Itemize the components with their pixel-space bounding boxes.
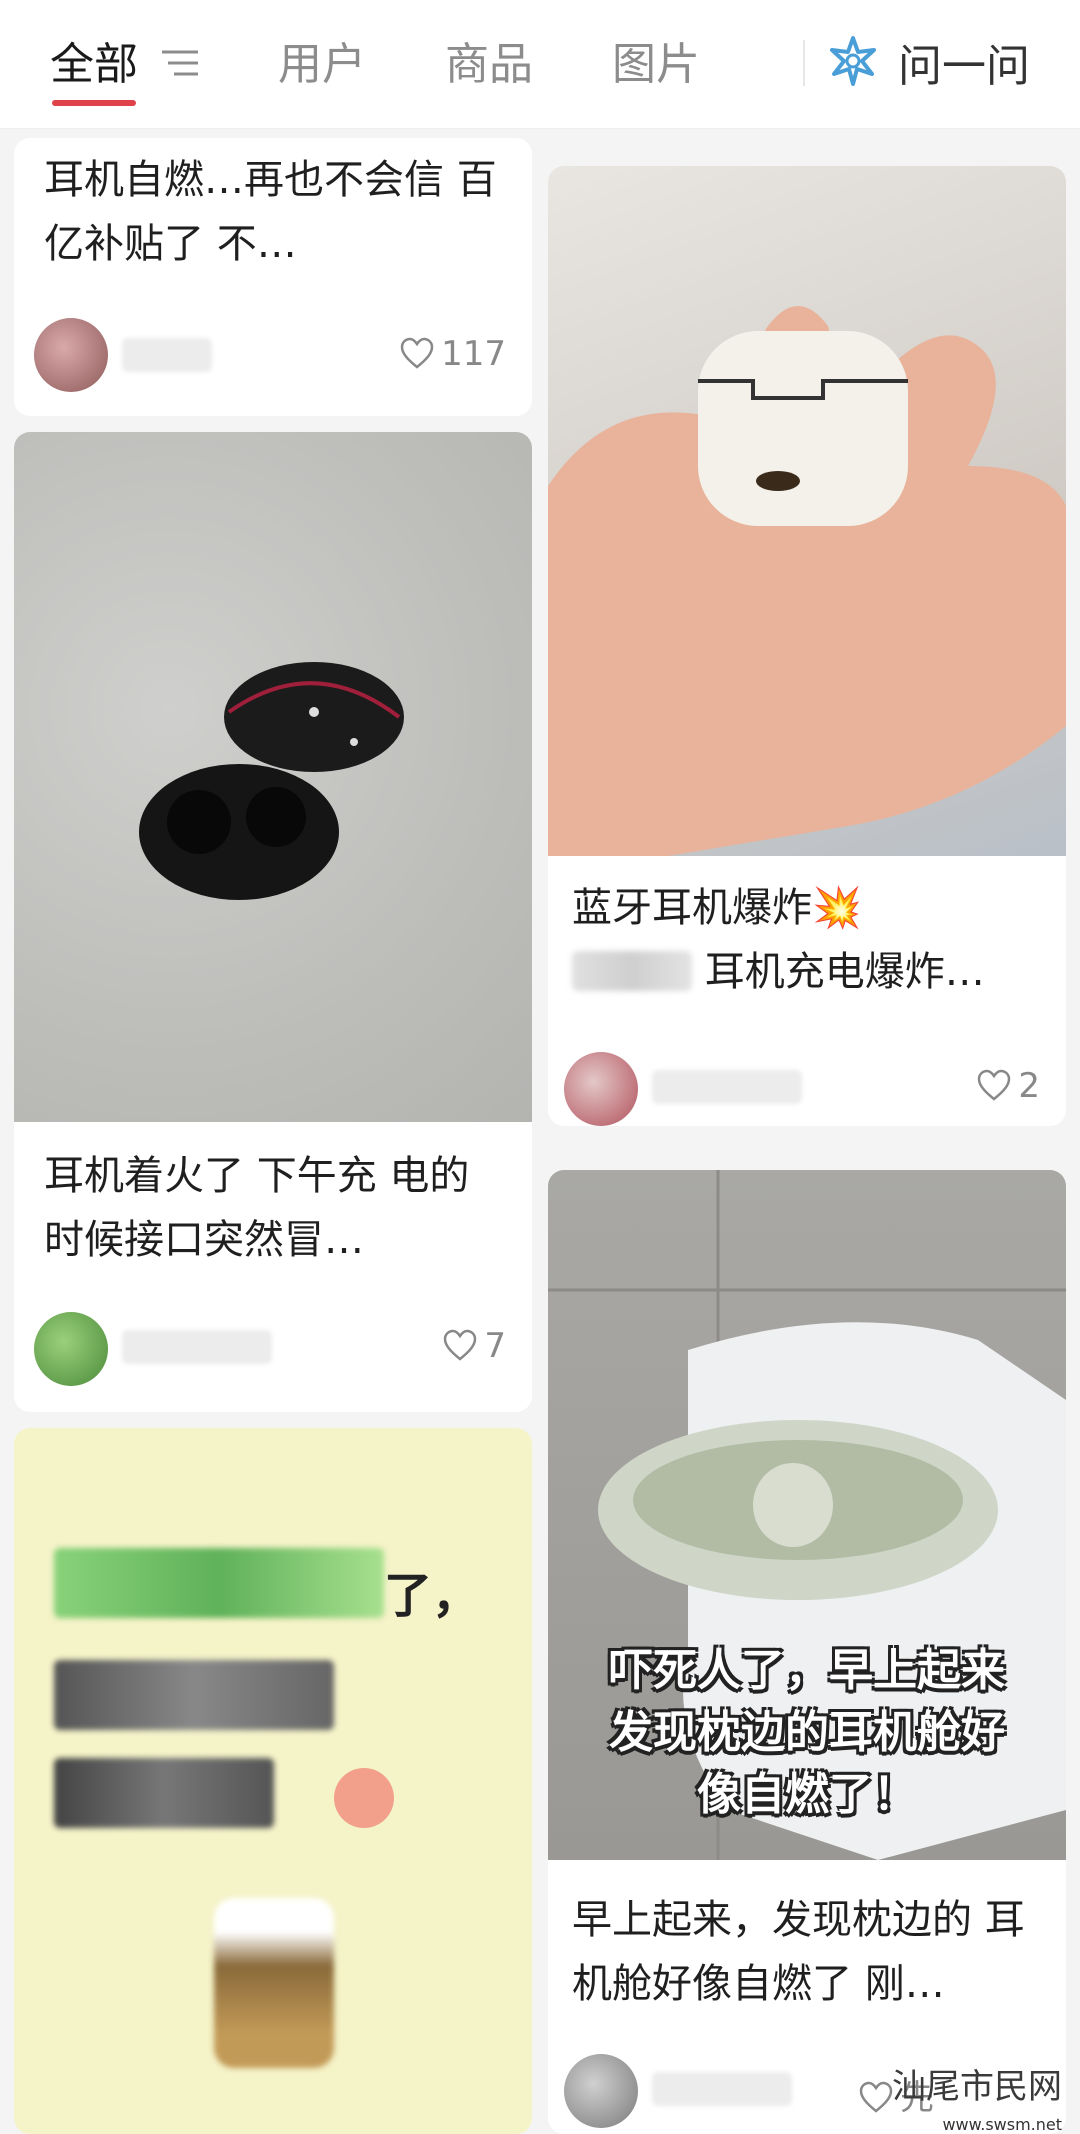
avatar[interactable]	[564, 1052, 638, 1126]
tab-all[interactable]: 全部	[50, 28, 138, 92]
explosion-emoji: 💥	[812, 885, 862, 931]
image-overlay-caption: 吓死人了，早上起来发现枕边的耳机舱好像自燃了！	[609, 1645, 1005, 1820]
site-watermark: 汕尾市民网	[892, 2067, 1062, 2107]
filter-icon[interactable]	[160, 46, 200, 80]
top-tab-bar: 全部 用户 商品 图片 问一问	[0, 0, 1080, 129]
avatar[interactable]	[34, 1312, 108, 1386]
post-card[interactable]: 耳机着火了 下午充 电的时候接口突然冒… 7	[14, 432, 532, 1412]
heart-icon	[400, 337, 434, 369]
like-count[interactable]: 117	[399, 334, 506, 374]
like-count-value: 2	[1018, 1066, 1040, 1106]
like-count[interactable]: 7	[442, 1326, 506, 1366]
post-image	[14, 432, 532, 1122]
username-blurred	[122, 338, 212, 372]
like-count[interactable]: 2	[976, 1066, 1040, 1106]
post-image	[548, 166, 1066, 856]
blurred-text-block	[54, 1660, 334, 1730]
divider	[803, 40, 805, 86]
site-watermark-url: www.swsm.net	[942, 2115, 1062, 2134]
sparkle-icon[interactable]	[826, 34, 880, 88]
active-tab-indicator	[52, 100, 136, 106]
avatar[interactable]	[34, 318, 108, 392]
ask-button[interactable]: 问一问	[898, 30, 1030, 94]
burned-case-illustration	[139, 662, 404, 900]
post-title: 早上起来，发现枕边的 耳机舱好像自燃了 刚…	[572, 1897, 1025, 2007]
post-subtitle: 耳机充电爆炸…	[572, 940, 985, 1004]
like-count-value: 117	[441, 334, 506, 374]
post-card[interactable]: 了，	[14, 1428, 532, 2134]
tab-users[interactable]: 用户	[278, 28, 366, 92]
post-image: 吓死人了，早上起来发现枕边的耳机舱好像自燃了！	[548, 1170, 1066, 1860]
post-card[interactable]: 蓝牙耳机爆炸💥 耳机充电爆炸… 2	[548, 166, 1066, 1126]
tab-goods[interactable]: 商品	[445, 28, 533, 92]
post-title-text: 蓝牙耳机爆炸	[572, 885, 812, 931]
username-blurred	[652, 2072, 792, 2106]
blurred-text	[572, 951, 692, 991]
heart-icon	[859, 2081, 893, 2113]
post-title: 耳机自燃…再也不会信 百亿补贴了 不…	[44, 157, 497, 267]
like-count-value: 7	[484, 1326, 506, 1366]
username-blurred	[652, 1070, 802, 1104]
blurred-image-text: 了，	[384, 1568, 481, 1624]
heart-icon	[444, 1329, 477, 1361]
post-subtitle-text: 耳机充电爆炸…	[704, 949, 985, 995]
post-card[interactable]: 耳机自燃…再也不会信 百亿补贴了 不… 117	[14, 138, 532, 416]
mascot-sticker	[334, 1768, 394, 1828]
mascot-sticker	[214, 1898, 334, 2068]
heart-icon	[978, 1069, 1011, 1101]
post-title: 蓝牙耳机爆炸💥	[572, 876, 862, 940]
post-title: 耳机着火了 下午充 电的时候接口突然冒…	[44, 1153, 470, 1263]
blurred-text-block	[54, 1758, 274, 1828]
post-card[interactable]: 吓死人了，早上起来发现枕边的耳机舱好像自燃了！ 早上起来，发现枕边的 耳机舱好像…	[548, 1170, 1066, 2134]
tab-images[interactable]: 图片	[612, 28, 700, 92]
blurred-text-block: 了，	[54, 1548, 480, 1626]
username-blurred	[122, 1330, 272, 1364]
avatar[interactable]	[564, 2054, 638, 2128]
post-image: 了，	[14, 1428, 532, 2134]
melted-case-illustration	[548, 306, 1066, 856]
